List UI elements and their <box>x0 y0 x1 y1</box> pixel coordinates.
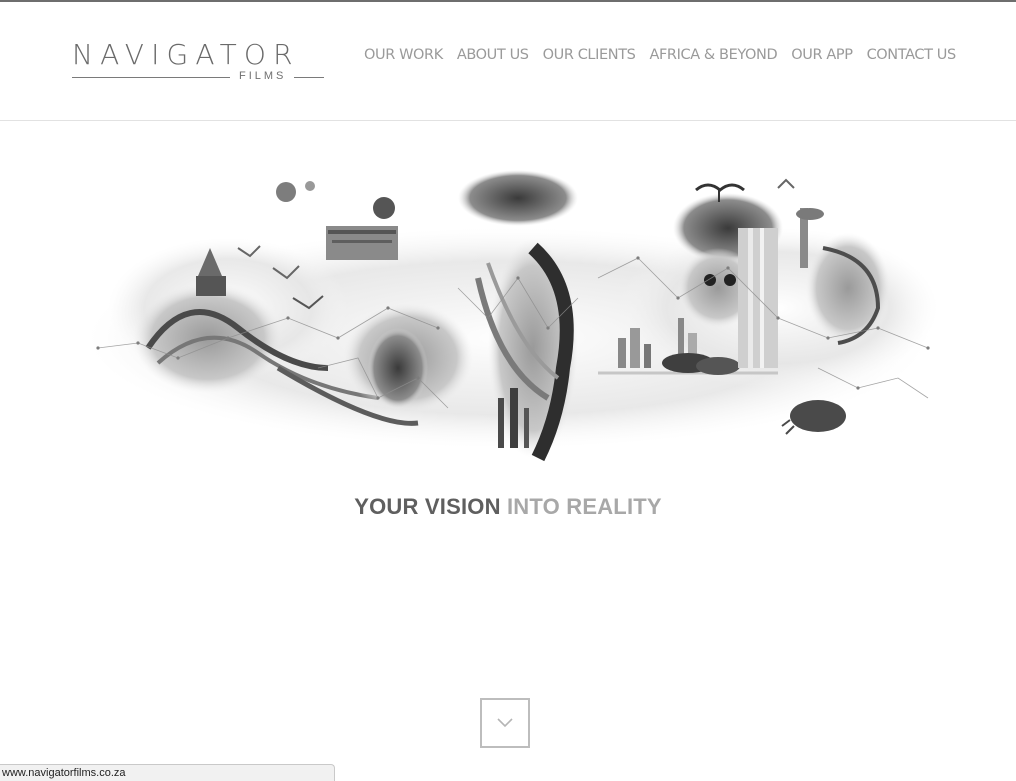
logo-subtitle: FILMS <box>239 70 287 82</box>
main-nav: OUR WORK ABOUT US OUR CLIENTS AFRICA & B… <box>364 45 956 65</box>
browser-status-bar: www.navigatorfilms.co.za <box>0 764 335 781</box>
nav-about-us[interactable]: ABOUT US <box>457 45 529 65</box>
nav-our-clients[interactable]: OUR CLIENTS <box>543 45 636 65</box>
hero-collage-image <box>88 170 938 462</box>
tagline-secondary: INTO REALITY <box>506 494 662 519</box>
logo-rule-right <box>294 77 324 78</box>
nav-contact-us[interactable]: CONTACT US <box>867 45 957 65</box>
nav-our-app[interactable]: OUR APP <box>791 45 853 65</box>
site-logo[interactable]: NAVIGATOR FILMS <box>72 40 324 86</box>
site-header: NAVIGATOR FILMS OUR WORK ABOUT US OUR CL… <box>0 2 1016 121</box>
scroll-down-button[interactable] <box>480 698 530 748</box>
nav-africa-beyond[interactable]: AFRICA & BEYOND <box>649 45 777 65</box>
chevron-down-icon <box>497 718 513 728</box>
tagline-primary: YOUR VISION <box>354 494 501 519</box>
hero-tagline: YOUR VISION INTO REALITY <box>0 494 1016 520</box>
logo-rule-left <box>72 77 230 78</box>
nav-our-work[interactable]: OUR WORK <box>364 45 443 65</box>
logo-wordmark: NAVIGATOR <box>72 38 300 71</box>
